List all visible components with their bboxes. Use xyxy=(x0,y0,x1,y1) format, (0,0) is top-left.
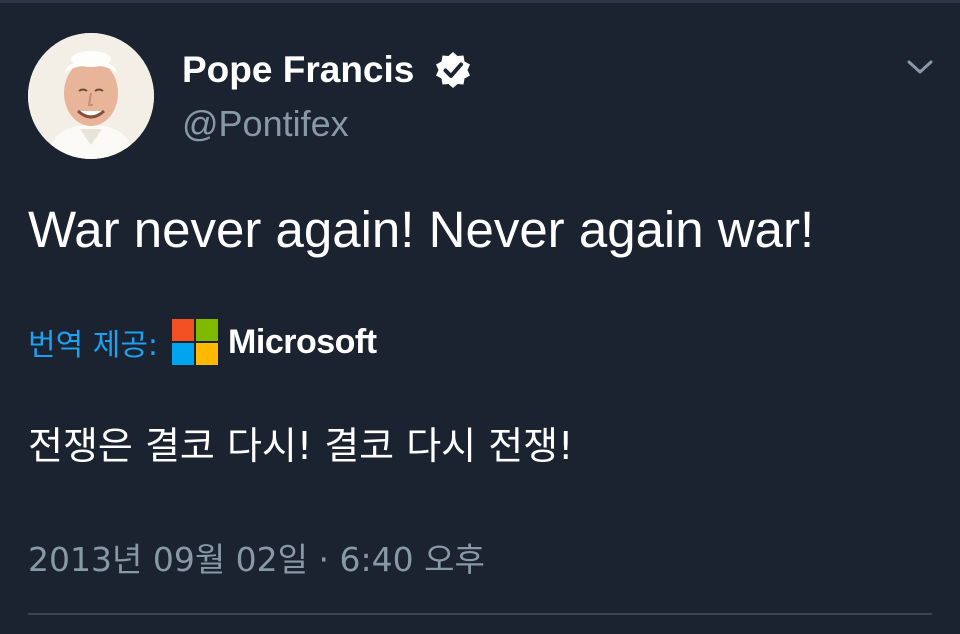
author-display-name[interactable]: Pope Francis xyxy=(182,48,414,92)
bottom-divider xyxy=(28,613,932,615)
translation-provider: Microsoft xyxy=(228,322,377,361)
tweet-text: War never again! Never again war! xyxy=(28,201,815,258)
avatar[interactable] xyxy=(28,33,154,159)
author-handle[interactable]: @Pontifex xyxy=(182,102,349,146)
tweet-timestamp[interactable]: 2013년 09월 02일 · 6:40 오후 xyxy=(28,536,485,584)
translated-text: 전쟁은 결코 다시! 결코 다시 전쟁! xyxy=(28,424,574,468)
microsoft-logo-icon xyxy=(172,319,219,365)
top-divider xyxy=(0,0,960,3)
verified-badge-icon xyxy=(436,52,470,88)
chevron-down-icon[interactable] xyxy=(905,55,935,79)
avatar-photo xyxy=(28,33,154,159)
translation-attribution[interactable]: 번역 제공: Microsoft xyxy=(28,316,377,368)
translation-label: 번역 제공: xyxy=(28,328,159,363)
